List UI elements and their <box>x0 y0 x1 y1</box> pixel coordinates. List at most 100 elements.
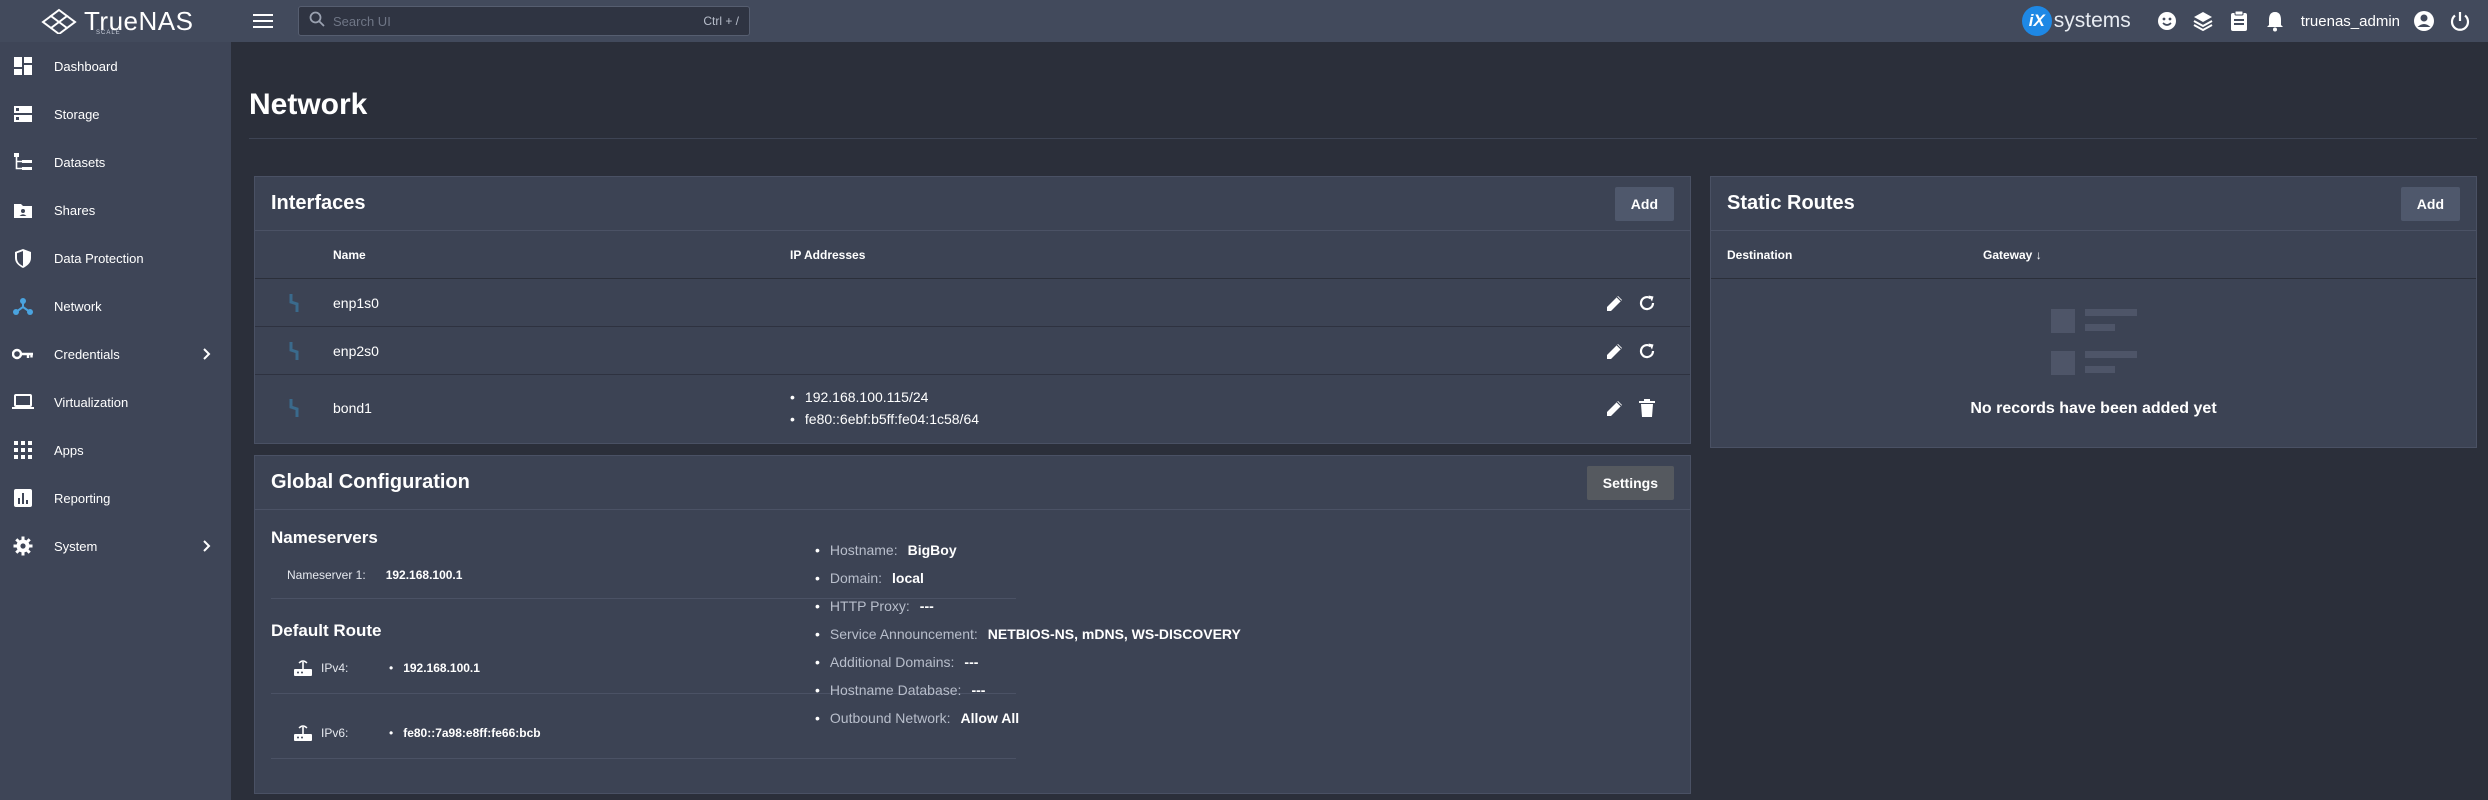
detail-domain: Domain:local <box>815 564 1241 592</box>
table-row[interactable]: enp1s0 <box>255 279 1690 327</box>
power-icon[interactable] <box>2442 3 2478 39</box>
sidebar-item-label: Credentials <box>54 346 120 362</box>
detail-service-announcement: Service Announcement:NETBIOS-NS, mDNS, W… <box>815 620 1241 648</box>
key-icon <box>12 343 34 365</box>
edit-icon[interactable] <box>1604 340 1626 362</box>
interface-name: enp1s0 <box>333 294 379 311</box>
truecommand-icon[interactable] <box>2185 3 2221 39</box>
sidebar-item-label: Storage <box>54 106 100 122</box>
sidebar-item-shares[interactable]: Shares <box>0 186 231 234</box>
sidebar-item-label: Shares <box>54 202 96 218</box>
ixsystems-logo-mark: iX <box>2021 6 2052 36</box>
sidebar-item-label: Virtualization <box>54 394 129 410</box>
global-config-details: Hostname:BigBoy Domain:local HTTP Proxy:… <box>815 536 1241 732</box>
gear-icon <box>12 535 34 557</box>
interfaces-title: Interfaces <box>271 192 366 214</box>
settings-button[interactable]: Settings <box>1586 465 1674 500</box>
chevron-right-icon <box>203 348 211 360</box>
sidebar-item-label: Datasets <box>54 154 106 170</box>
menu-toggle-button[interactable] <box>248 6 278 36</box>
row-actions <box>1604 397 1690 419</box>
router-icon <box>293 724 321 742</box>
column-header-ip-addresses[interactable]: IP Addresses <box>790 248 865 262</box>
sidebar: Dashboard Storage Datasets Shares Data P… <box>0 42 232 800</box>
ip-address: fe80::6ebf:b5ff:fe04:1c58/64 <box>790 408 1604 430</box>
sidebar-item-virtualization[interactable]: Virtualization <box>0 378 231 426</box>
sidebar-item-datasets[interactable]: Datasets <box>0 138 231 186</box>
ipv6-label: IPv6: <box>321 726 349 740</box>
table-row[interactable]: bond1 192.168.100.115/24 fe80::6ebf:b5ff… <box>255 375 1690 441</box>
column-header-name[interactable]: Name <box>333 248 790 262</box>
sidebar-item-label: Apps <box>54 442 84 458</box>
row-actions <box>1604 292 1690 314</box>
empty-list-icon <box>2050 309 2137 380</box>
interfaces-table-header: Name IP Addresses <box>255 231 1690 279</box>
jobs-icon[interactable] <box>2221 3 2257 39</box>
link-status-icon <box>255 398 333 418</box>
feedback-icon[interactable] <box>2149 3 2185 39</box>
column-header-gateway[interactable]: Gateway ↓ <box>1983 248 2042 262</box>
detail-hostname-database: Hostname Database:--- <box>815 676 1241 704</box>
empty-state-text: No records have been added yet <box>1970 400 2217 417</box>
storage-icon <box>12 103 34 125</box>
edit-icon[interactable] <box>1604 292 1626 314</box>
sidebar-item-storage[interactable]: Storage <box>0 90 231 138</box>
delete-icon[interactable] <box>1636 397 1658 419</box>
username-label[interactable]: truenas_admin <box>2301 13 2400 30</box>
interfaces-card: Interfaces Add Name IP Addresses enp1s0 … <box>254 176 1691 444</box>
reporting-icon <box>12 487 34 509</box>
nameserver-value: 192.168.100.1 <box>385 568 463 582</box>
static-routes-header: Static Routes Add <box>1711 177 2476 231</box>
interfaces-card-header: Interfaces Add <box>255 177 1690 231</box>
sidebar-item-credentials[interactable]: Credentials <box>0 330 231 378</box>
account-icon[interactable] <box>2406 3 2442 39</box>
search-icon <box>309 11 325 32</box>
sidebar-item-apps[interactable]: Apps <box>0 426 231 474</box>
table-row[interactable]: enp2s0 <box>255 327 1690 375</box>
sidebar-item-reporting[interactable]: Reporting <box>0 474 231 522</box>
title-divider <box>249 138 2477 139</box>
top-bar: TrueNAS SCALE Ctrl + / iX systems truena… <box>0 0 2488 42</box>
dashboard-icon <box>12 55 34 77</box>
sidebar-item-dashboard[interactable]: Dashboard <box>0 42 231 90</box>
apps-icon <box>12 439 34 461</box>
laptop-icon <box>12 391 34 413</box>
network-icon <box>12 295 34 317</box>
refresh-icon[interactable] <box>1636 292 1658 314</box>
add-static-route-button[interactable]: Add <box>2400 186 2460 221</box>
interface-name: bond1 <box>333 400 372 416</box>
search-box[interactable]: Ctrl + / <box>298 6 750 36</box>
global-configuration-header: Global Configuration Settings <box>255 456 1690 510</box>
ipv4-label: IPv4: <box>321 661 349 675</box>
search-input[interactable] <box>333 13 704 29</box>
edit-icon[interactable] <box>1604 397 1626 419</box>
link-status-icon <box>255 341 333 361</box>
notifications-icon[interactable] <box>2257 3 2293 39</box>
add-interface-button[interactable]: Add <box>1614 186 1674 221</box>
interface-name: enp2s0 <box>333 342 379 359</box>
brand-logo[interactable]: TrueNAS SCALE <box>0 0 232 42</box>
page-title: Network <box>249 88 368 121</box>
global-configuration-title: Global Configuration <box>271 471 470 493</box>
refresh-icon[interactable] <box>1636 340 1658 362</box>
shares-icon <box>12 199 34 221</box>
detail-additional-domains: Additional Domains:--- <box>815 648 1241 676</box>
interface-ips: 192.168.100.115/24 fe80::6ebf:b5ff:fe04:… <box>790 386 1604 430</box>
chevron-right-icon <box>203 540 211 552</box>
sidebar-item-system[interactable]: System <box>0 522 231 570</box>
search-shortcut-hint: Ctrl + / <box>703 14 739 28</box>
top-right-controls: iX systems truenas_admin <box>2021 0 2488 42</box>
sidebar-item-network[interactable]: Network <box>0 282 231 330</box>
brand-edition: SCALE <box>96 30 121 36</box>
sidebar-item-label: Dashboard <box>54 58 118 74</box>
detail-hostname: Hostname:BigBoy <box>815 536 1241 564</box>
sidebar-item-label: Data Protection <box>54 250 144 266</box>
ipv4-value: 192.168.100.1 <box>403 661 480 675</box>
column-header-destination[interactable]: Destination <box>1727 248 1983 262</box>
ixsystems-logo[interactable]: iX systems <box>2021 6 2131 36</box>
empty-state: No records have been added yet <box>1711 279 2476 418</box>
row-actions <box>1604 340 1690 362</box>
router-icon <box>293 659 321 677</box>
detail-http-proxy: HTTP Proxy:--- <box>815 592 1241 620</box>
sidebar-item-data-protection[interactable]: Data Protection <box>0 234 231 282</box>
